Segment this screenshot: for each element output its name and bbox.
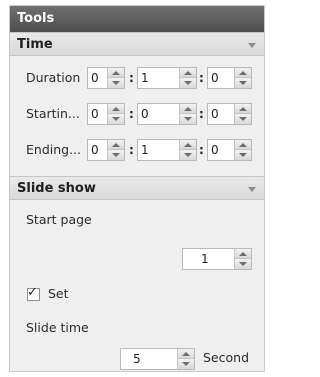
spin-down-icon[interactable] bbox=[108, 150, 124, 160]
ending-hours-value[interactable]: 0 bbox=[91, 140, 99, 160]
duration-hours-spinner[interactable]: 0 bbox=[87, 67, 125, 89]
start-page-spinner[interactable]: 1 bbox=[182, 248, 252, 270]
slideshow-section-header[interactable]: Slide show bbox=[10, 176, 264, 200]
spin-down-icon[interactable] bbox=[235, 78, 251, 88]
spin-up-icon[interactable] bbox=[180, 140, 196, 150]
ending-minutes-spinner[interactable]: 1 bbox=[137, 139, 197, 161]
ending-seconds-value[interactable]: 0 bbox=[211, 140, 219, 160]
starting-seconds-value[interactable]: 0 bbox=[211, 104, 219, 124]
slide-time-value[interactable]: 5 bbox=[133, 349, 141, 369]
spin-down-icon[interactable] bbox=[178, 359, 194, 369]
duration-seconds-spinner[interactable]: 0 bbox=[207, 67, 252, 89]
panel-title: Tools bbox=[10, 6, 264, 32]
starting-minutes-value[interactable]: 0 bbox=[141, 104, 149, 124]
spin-up-icon[interactable] bbox=[180, 68, 196, 78]
duration-minutes-spinner[interactable]: 1 bbox=[137, 67, 197, 89]
time-separator: : bbox=[199, 71, 204, 85]
duration-row: Duration 0 : 1 : 0 bbox=[10, 65, 264, 91]
slideshow-section-title: Slide show bbox=[17, 181, 96, 196]
spin-down-icon[interactable] bbox=[235, 259, 251, 269]
spin-down-icon[interactable] bbox=[180, 150, 196, 160]
duration-minutes-value[interactable]: 1 bbox=[141, 68, 149, 88]
starting-hours-spinner[interactable]: 0 bbox=[87, 103, 125, 125]
time-separator: : bbox=[129, 143, 134, 157]
starting-label: Startin... bbox=[26, 106, 80, 121]
starting-row: Startin... 0 : 0 : 0 bbox=[10, 101, 264, 127]
collapse-caret-icon[interactable] bbox=[248, 187, 256, 192]
checkmark-icon: ✓ bbox=[27, 285, 38, 300]
spin-up-icon[interactable] bbox=[108, 104, 124, 114]
spin-up-icon[interactable] bbox=[235, 249, 251, 259]
slide-time-unit: Second bbox=[203, 350, 250, 365]
start-page-value[interactable]: 1 bbox=[201, 249, 209, 269]
spin-up-icon[interactable] bbox=[178, 349, 194, 359]
spin-up-icon[interactable] bbox=[108, 140, 124, 150]
slide-time-label: Slide time bbox=[26, 320, 89, 335]
starting-seconds-spinner[interactable]: 0 bbox=[207, 103, 252, 125]
ending-label: Ending... bbox=[26, 142, 82, 157]
time-section-title: Time bbox=[17, 37, 53, 52]
spin-up-icon[interactable] bbox=[235, 140, 251, 150]
tools-panel: Tools Time Duration 0 : 1 : 0 Startin...… bbox=[9, 5, 265, 372]
starting-hours-value[interactable]: 0 bbox=[91, 104, 99, 124]
starting-minutes-spinner[interactable]: 0 bbox=[137, 103, 197, 125]
duration-hours-value[interactable]: 0 bbox=[91, 68, 99, 88]
duration-label: Duration bbox=[26, 70, 81, 85]
ending-row: Ending... 0 : 1 : 0 bbox=[10, 137, 264, 163]
time-separator: : bbox=[129, 107, 134, 121]
set-label[interactable]: Set bbox=[48, 286, 69, 301]
collapse-caret-icon[interactable] bbox=[248, 43, 256, 48]
ending-hours-spinner[interactable]: 0 bbox=[87, 139, 125, 161]
time-section-header[interactable]: Time bbox=[10, 32, 264, 56]
time-separator: : bbox=[199, 107, 204, 121]
spin-down-icon[interactable] bbox=[235, 114, 251, 124]
spin-down-icon[interactable] bbox=[180, 78, 196, 88]
spin-up-icon[interactable] bbox=[235, 68, 251, 78]
start-page-label: Start page bbox=[26, 212, 92, 227]
time-separator: : bbox=[129, 71, 134, 85]
duration-seconds-value[interactable]: 0 bbox=[211, 68, 219, 88]
ending-seconds-spinner[interactable]: 0 bbox=[207, 139, 252, 161]
slide-time-spinner[interactable]: 5 bbox=[120, 348, 195, 370]
spin-down-icon[interactable] bbox=[235, 150, 251, 160]
spin-up-icon[interactable] bbox=[235, 104, 251, 114]
ending-minutes-value[interactable]: 1 bbox=[141, 140, 149, 160]
set-checkbox[interactable]: ✓ bbox=[27, 285, 40, 301]
spin-down-icon[interactable] bbox=[108, 78, 124, 88]
spin-down-icon[interactable] bbox=[180, 114, 196, 124]
time-separator: : bbox=[199, 143, 204, 157]
spin-up-icon[interactable] bbox=[108, 68, 124, 78]
spin-down-icon[interactable] bbox=[108, 114, 124, 124]
spin-up-icon[interactable] bbox=[180, 104, 196, 114]
